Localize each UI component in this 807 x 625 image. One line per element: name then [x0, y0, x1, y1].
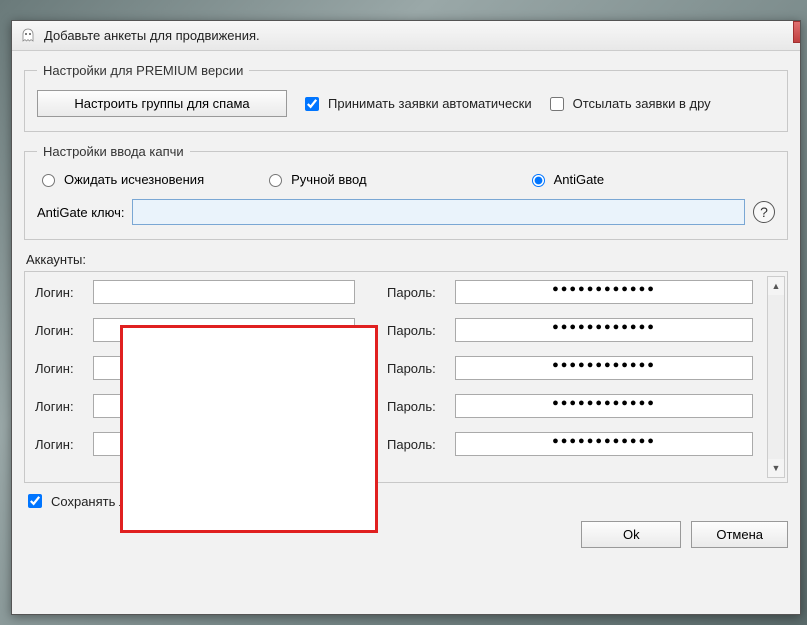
spam-groups-button[interactable]: Настроить группы для спама	[37, 90, 287, 117]
login-input[interactable]	[93, 432, 355, 456]
account-row: Логин: Пароль: ●●●●●●●●●●●●	[35, 318, 781, 342]
premium-legend: Настройки для PREMIUM версии	[37, 63, 249, 78]
antigate-key-input[interactable]	[132, 199, 745, 225]
password-input[interactable]: ●●●●●●●●●●●●	[455, 280, 753, 304]
account-row: Логин: Пароль: ●●●●●●●●●●●●	[35, 432, 781, 456]
password-label: Пароль:	[387, 437, 449, 452]
password-input[interactable]: ●●●●●●●●●●●●	[455, 432, 753, 456]
account-row: Логин: Пароль: ●●●●●●●●●●●●	[35, 394, 781, 418]
ok-button[interactable]: Ok	[581, 521, 681, 548]
account-row: Логин: Пароль: ●●●●●●●●●●●●	[35, 280, 781, 304]
login-input[interactable]	[93, 356, 355, 380]
cancel-button[interactable]: Отмена	[691, 521, 788, 548]
window-title: Добавьте анкеты для продвижения.	[44, 28, 260, 43]
password-label: Пароль:	[387, 399, 449, 414]
captcha-wait-input[interactable]	[42, 174, 55, 187]
captcha-wait-radio[interactable]: Ожидать исчезновения	[37, 171, 204, 187]
login-label: Логин:	[35, 323, 87, 338]
login-label: Логин:	[35, 437, 87, 452]
ghost-icon	[20, 28, 36, 44]
login-label: Логин:	[35, 361, 87, 376]
savelog-label: Сохранять лог в VK10000Friends_log.html	[51, 494, 302, 509]
login-label: Логин:	[35, 399, 87, 414]
captcha-antigate-input[interactable]	[532, 174, 545, 187]
captcha-antigate-radio[interactable]: AntiGate	[527, 171, 605, 187]
password-input[interactable]: ●●●●●●●●●●●●	[455, 356, 753, 380]
login-input[interactable]	[93, 280, 355, 304]
password-input[interactable]: ●●●●●●●●●●●●	[455, 318, 753, 342]
account-row: Логин: Пароль: ●●●●●●●●●●●●	[35, 356, 781, 380]
captcha-legend: Настройки ввода капчи	[37, 144, 190, 159]
accept-requests-checkbox[interactable]: Принимать заявки автоматически	[301, 94, 532, 114]
login-label: Логин:	[35, 285, 87, 300]
scroll-up-button[interactable]: ▲	[768, 277, 784, 295]
password-label: Пароль:	[387, 323, 449, 338]
dialog-content: Настройки для PREMIUM версии Настроить г…	[12, 51, 800, 614]
dialog-window: Добавьте анкеты для продвижения. Настрой…	[11, 20, 801, 615]
password-label: Пароль:	[387, 285, 449, 300]
login-input[interactable]	[93, 394, 355, 418]
savelog-checkbox[interactable]: Сохранять лог в VK10000Friends_log.html	[24, 491, 302, 511]
accept-requests-input[interactable]	[305, 97, 319, 111]
savelog-input[interactable]	[28, 494, 42, 508]
titlebar: Добавьте анкеты для продвижения.	[12, 21, 800, 51]
captcha-manual-radio[interactable]: Ручной ввод	[264, 171, 366, 187]
captcha-antigate-label: AntiGate	[554, 172, 605, 187]
premium-group: Настройки для PREMIUM версии Настроить г…	[24, 63, 788, 132]
accounts-header: Аккаунты:	[26, 252, 788, 267]
captcha-manual-label: Ручной ввод	[291, 172, 366, 187]
send-requests-checkbox[interactable]: Отсылать заявки в дру	[546, 94, 711, 114]
close-button[interactable]	[793, 21, 801, 43]
password-input[interactable]: ●●●●●●●●●●●●	[455, 394, 753, 418]
help-icon[interactable]: ?	[753, 201, 775, 223]
captcha-manual-input[interactable]	[269, 174, 282, 187]
accept-requests-label: Принимать заявки автоматически	[328, 96, 532, 111]
login-input[interactable]	[93, 318, 355, 342]
antigate-key-label: AntiGate ключ:	[37, 205, 124, 220]
captcha-group: Настройки ввода капчи Ожидать исчезновен…	[24, 144, 788, 240]
send-requests-label: Отсылать заявки в дру	[573, 96, 711, 111]
accounts-scrollbar[interactable]: ▲ ▼	[767, 276, 785, 478]
password-label: Пароль:	[387, 361, 449, 376]
scroll-down-button[interactable]: ▼	[768, 459, 784, 477]
captcha-wait-label: Ожидать исчезновения	[64, 172, 204, 187]
accounts-box: Логин: Пароль: ●●●●●●●●●●●● Логин: Парол…	[24, 271, 788, 483]
send-requests-input[interactable]	[550, 97, 564, 111]
